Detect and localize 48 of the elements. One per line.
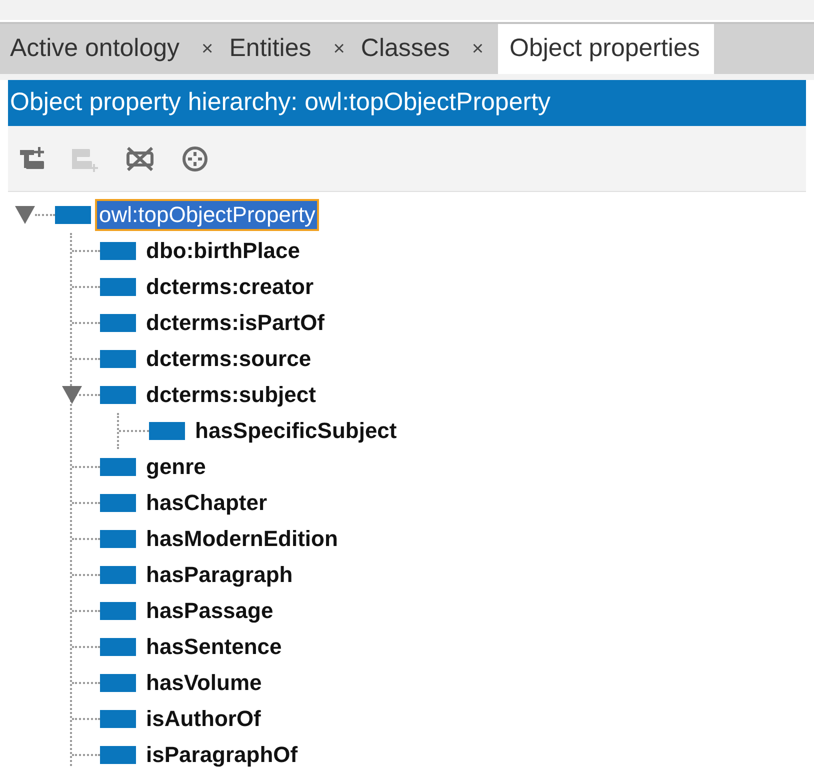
property-icon — [100, 602, 136, 620]
property-label[interactable]: isAuthorOf — [140, 703, 267, 735]
expanded-triangle-icon[interactable] — [62, 386, 82, 404]
property-icon — [100, 566, 136, 584]
close-tab-button[interactable]: × — [472, 34, 484, 64]
property-icon — [100, 638, 136, 656]
tab-label: Entities — [229, 33, 312, 64]
property-label[interactable]: hasSpecificSubject — [189, 415, 403, 447]
crossed-out-icon — [124, 144, 156, 172]
property-label[interactable]: hasParagraph — [140, 559, 299, 591]
close-tab-button[interactable]: × — [333, 34, 345, 64]
property-label[interactable]: isParagraphOf — [140, 739, 304, 768]
tab[interactable]: Entities × — [227, 24, 359, 74]
tab-label: Classes — [360, 33, 450, 64]
tab[interactable]: Object properties — [498, 24, 714, 74]
close-tab-button[interactable]: × — [202, 34, 214, 64]
property-label[interactable]: dbo:birthPlace — [140, 235, 306, 267]
tab-label: Object properties — [510, 33, 700, 64]
property-icon — [100, 674, 136, 692]
property-icon — [100, 314, 136, 332]
property-icon — [100, 494, 136, 512]
property-label[interactable]: dcterms:isPartOf — [140, 307, 331, 339]
property-icon — [149, 422, 185, 440]
property-label[interactable]: hasChapter — [140, 487, 274, 519]
property-label[interactable]: dcterms:subject — [140, 379, 322, 411]
property-label[interactable]: hasVolume — [140, 667, 268, 699]
property-icon — [100, 458, 136, 476]
property-icon — [55, 206, 91, 224]
tab[interactable]: Active ontology × — [8, 24, 228, 74]
panel-title: Object property hierarchy: owl:topObjectProperty — [9, 87, 551, 118]
property-icon — [100, 386, 136, 404]
property-icon — [100, 746, 136, 764]
property-label[interactable]: dcterms:source — [140, 343, 318, 375]
crosshair-icon — [181, 144, 209, 172]
property-label[interactable]: hasPassage — [140, 595, 280, 627]
property-label[interactable]: hasModernEdition — [140, 523, 344, 555]
expanded-triangle-icon[interactable] — [15, 206, 35, 224]
property-label[interactable]: genre — [140, 451, 212, 483]
property-icon — [100, 710, 136, 728]
property-icon — [100, 242, 136, 260]
property-icon — [100, 278, 136, 296]
property-label[interactable]: hasSentence — [140, 631, 288, 663]
property-icon — [100, 350, 136, 368]
property-label[interactable]: dcterms:creator — [140, 271, 320, 303]
property-icon — [100, 530, 136, 548]
tab-label: Active ontology — [10, 33, 180, 64]
property-label[interactable]: owl:topObjectProperty — [95, 199, 320, 231]
tab[interactable]: Classes × — [358, 24, 498, 74]
